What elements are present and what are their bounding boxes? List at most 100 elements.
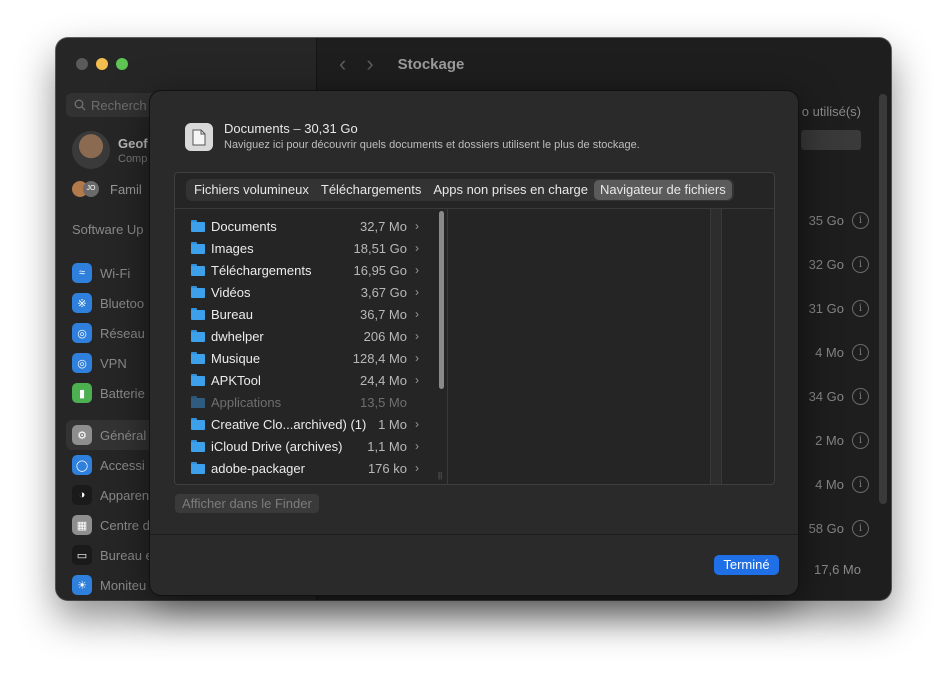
category-row: 31 Go i <box>789 286 869 330</box>
category-row: 4 Mo i <box>789 330 869 374</box>
storage-used-label: o utilisé(s) <box>801 104 861 119</box>
list-item[interactable]: dwhelper 206 Mo › <box>191 325 419 347</box>
done-button[interactable]: Terminé <box>714 555 779 575</box>
storage-categories: 35 Go i 32 Go i 31 Go i 4 Mo i 34 Go i 2 Mo i … <box>789 198 869 550</box>
wifi-icon: ≈ <box>72 263 92 283</box>
list-item[interactable]: iCloud Drive (archives) 1,1 Mo › <box>191 435 419 457</box>
folder-icon <box>191 330 205 342</box>
item-size: 18,51 Go <box>353 240 408 256</box>
category-row: 4 Mo i <box>789 462 869 506</box>
list-item[interactable]: Téléchargements 16,95 Go › <box>191 259 419 281</box>
folder-icon <box>191 308 205 320</box>
column-scrollbar[interactable] <box>437 209 445 484</box>
item-name: Téléchargements <box>211 262 312 278</box>
show-in-finder-button[interactable]: Afficher dans le Finder <box>175 494 319 513</box>
display-icon: ☀ <box>72 575 92 595</box>
scrollbar-thumb[interactable] <box>439 211 444 389</box>
list-item[interactable]: Bureau 36,7 Mo › <box>191 303 419 325</box>
item-name: Images <box>211 240 254 256</box>
chevron-right-icon: › <box>415 439 419 453</box>
item-name: Musique <box>211 350 261 366</box>
browser-column-2 <box>448 209 710 484</box>
folder-icon <box>191 352 205 364</box>
page-title: Stockage <box>397 55 465 73</box>
appearance-icon: ◑ <box>72 485 92 505</box>
battery-icon: ▮ <box>72 383 92 403</box>
info-icon[interactable]: i <box>852 519 869 537</box>
info-icon[interactable]: i <box>852 255 869 273</box>
forward-chevron-icon[interactable]: › <box>366 53 373 75</box>
sidebar-item-label: Réseau <box>100 325 145 341</box>
chevron-right-icon: › <box>415 219 419 233</box>
bluetooth-icon: ※ <box>72 293 92 313</box>
back-chevron-icon[interactable]: ‹ <box>339 53 346 75</box>
info-icon[interactable]: i <box>852 387 869 405</box>
chevron-right-icon: › <box>415 285 419 299</box>
browser-column-1: Documents 32,7 Mo › Images 18,51 Go › Téléch… <box>175 209 435 484</box>
tab-downloads[interactable]: Téléchargements <box>315 180 427 200</box>
footer-divider <box>150 534 798 535</box>
chevron-right-icon: › <box>415 241 419 255</box>
profile-subtitle: Comp <box>118 152 148 165</box>
minimize-button[interactable] <box>96 58 108 70</box>
category-size: 4 Mo <box>815 344 844 360</box>
item-size: 24,4 Mo <box>360 372 407 388</box>
sheet-title: Documents – 30,31 Go <box>224 121 358 136</box>
list-item[interactable]: Creative Clo...archived) (1) 1 Mo › <box>191 413 419 435</box>
item-name: Bureau <box>211 306 253 322</box>
info-icon[interactable]: i <box>852 211 869 229</box>
zoom-button[interactable] <box>116 58 128 70</box>
list-item[interactable]: adobe-packager 176 ko › <box>191 457 419 479</box>
item-name: iCloud Drive (archives) <box>211 438 343 454</box>
bottom-size: 17,6 Mo <box>814 562 861 577</box>
list-item[interactable]: Musique 128,4 Mo › <box>191 347 419 369</box>
item-size: 206 Mo <box>363 328 407 344</box>
item-name: Applications <box>211 394 282 410</box>
folder-icon <box>191 286 205 298</box>
category-size: 2 Mo <box>815 432 844 448</box>
file-browser-panel: Fichiers volumineux Téléchargements Apps… <box>174 172 775 485</box>
column-resize-handle[interactable]: || <box>438 471 446 481</box>
tab-bar: Fichiers volumineux Téléchargements Apps… <box>186 179 734 201</box>
storage-bar <box>801 130 861 150</box>
folder-icon <box>191 264 205 276</box>
family-item[interactable]: JO Famil <box>72 180 142 198</box>
toolbar: ‹ › Stockage <box>317 38 891 90</box>
item-name: Creative Clo...archived) (1) <box>211 416 367 432</box>
info-icon[interactable]: i <box>852 475 869 493</box>
software-update-item[interactable]: Software Up <box>72 222 144 237</box>
info-icon[interactable]: i <box>852 431 869 449</box>
profile-name: Geof <box>118 135 148 151</box>
chevron-right-icon: › <box>415 263 419 277</box>
folder-list: Documents 32,7 Mo › Images 18,51 Go › Téléch… <box>191 215 419 479</box>
list-item[interactable]: Documents 32,7 Mo › <box>191 215 419 237</box>
category-row: 35 Go i <box>789 198 869 242</box>
search-placeholder: Recherch <box>91 97 147 113</box>
info-icon[interactable]: i <box>852 343 869 361</box>
sidebar-item-label: Apparen <box>100 487 150 503</box>
sidebar-item-label: Centre d <box>100 517 150 533</box>
avatar <box>72 131 110 169</box>
chevron-right-icon: › <box>415 417 419 431</box>
sidebar-item-label: Accessi <box>100 457 145 473</box>
category-size: 32 Go <box>808 256 844 272</box>
tab-large-files[interactable]: Fichiers volumineux <box>188 180 315 200</box>
info-icon[interactable]: i <box>852 299 869 317</box>
tab-unsupported-apps[interactable]: Apps non prises en charge <box>427 180 594 200</box>
sidebar-item-label: Général <box>100 427 147 443</box>
main-scrollbar[interactable] <box>879 94 887 504</box>
item-name: Documents <box>211 218 277 234</box>
sidebar-item-label: Moniteu <box>100 577 147 593</box>
document-icon <box>185 123 213 151</box>
folder-icon <box>191 374 205 386</box>
chevron-right-icon: › <box>415 461 419 475</box>
chevron-right-icon: › <box>415 329 419 343</box>
list-item[interactable]: Vidéos 3,67 Go › <box>191 281 419 303</box>
item-size: 1 Mo <box>378 416 407 432</box>
list-item[interactable]: Applications 13,5 Mo <box>191 391 419 413</box>
list-item[interactable]: APKTool 24,4 Mo › <box>191 369 419 391</box>
list-item[interactable]: Images 18,51 Go › <box>191 237 419 259</box>
tab-file-browser[interactable]: Navigateur de fichiers <box>593 180 732 200</box>
close-button[interactable] <box>76 58 88 70</box>
apple-account[interactable]: Geof Comp <box>72 131 148 169</box>
